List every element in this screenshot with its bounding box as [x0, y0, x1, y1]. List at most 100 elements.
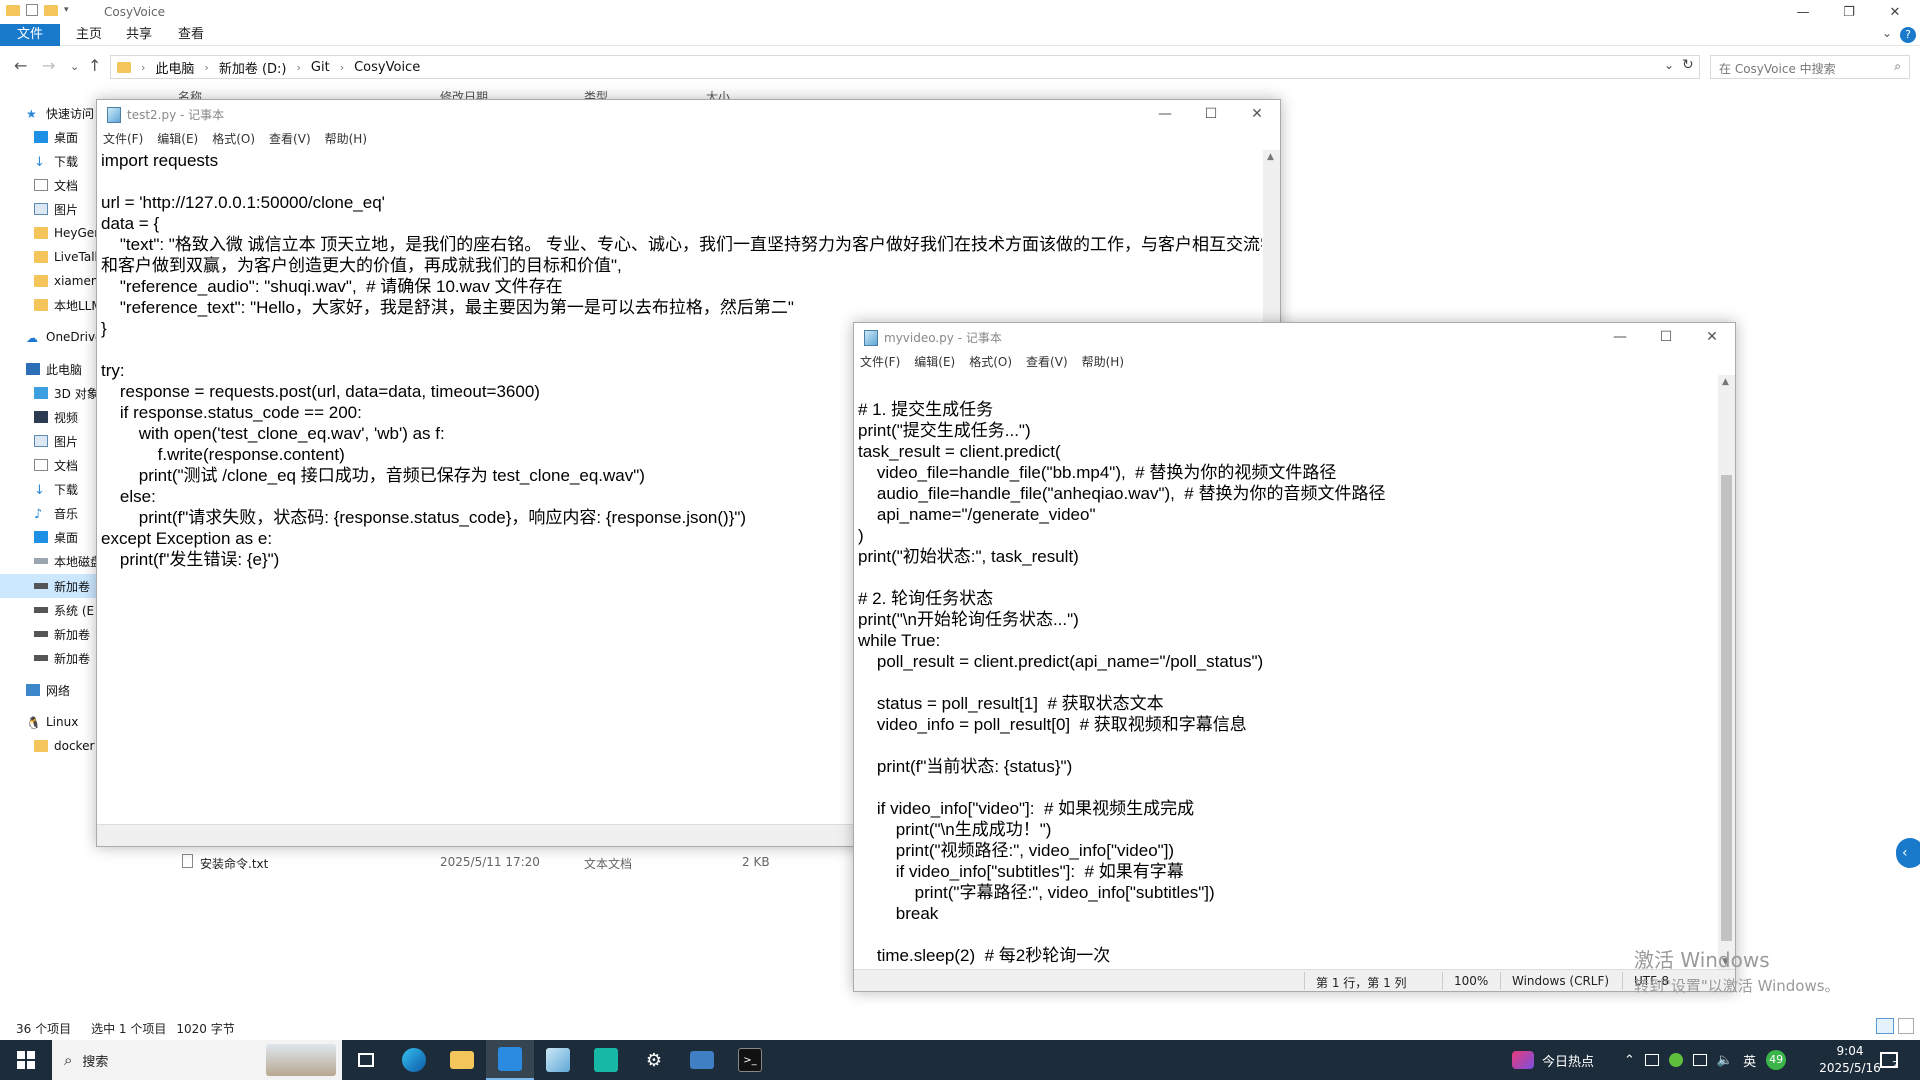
nav-item-3d-objects[interactable]: 3D 对象 [34, 382, 104, 404]
nav-item-videos[interactable]: 视频 [34, 406, 104, 428]
nav-item-pictures-pc[interactable]: 图片 [34, 430, 104, 452]
volume-icon[interactable]: 🔈 [1717, 1053, 1733, 1068]
notification-center-button[interactable]: 2 [1880, 1040, 1898, 1080]
scrollbar-thumb[interactable] [1721, 475, 1732, 941]
taskbar-search[interactable]: ⌕ 搜索 [52, 1040, 342, 1080]
nav-item-drive-d[interactable]: 新加卷 [34, 575, 104, 597]
start-button[interactable] [0, 1040, 52, 1080]
menu-help[interactable]: 帮助(H) [325, 130, 367, 147]
network-icon[interactable] [1692, 1054, 1707, 1066]
nav-item-network[interactable]: 网络 [26, 679, 96, 701]
scroll-up-icon[interactable]: ▲ [1722, 377, 1729, 387]
address-field[interactable]: › 此电脑 › 新加卷 (D:) › Git › CosyVoice [110, 55, 1700, 79]
nav-item-downloads-pc[interactable]: ↓ 下载 [34, 478, 104, 500]
nav-item-documents[interactable]: 文档 [34, 174, 104, 196]
explorer-taskbar-button[interactable] [438, 1040, 486, 1080]
nav-item-drive-g[interactable]: 新加卷 [34, 647, 104, 669]
minimize-icon[interactable]: — [1142, 100, 1188, 128]
nav-label: 此电脑 [46, 362, 83, 377]
tab-file[interactable]: 文件 [0, 24, 60, 46]
close-icon[interactable]: ✕ [1689, 323, 1735, 351]
nav-item-docker[interactable]: docker [34, 735, 104, 757]
details-view-icon[interactable] [1876, 1018, 1894, 1034]
nav-item-linux[interactable]: 🐧 Linux [26, 711, 96, 733]
nav-item-livetalking[interactable]: LiveTalking [34, 246, 104, 268]
maximize-icon[interactable]: ❐ [1826, 0, 1872, 24]
edge-taskbar-button[interactable] [390, 1040, 438, 1080]
folder-icon [34, 275, 48, 287]
menu-view[interactable]: 查看(V) [269, 130, 311, 147]
nav-item-quick-access[interactable]: ★ 快速访问 [26, 102, 96, 124]
large-icons-view-icon[interactable] [1898, 1018, 1914, 1034]
expand-panel-icon[interactable]: ‹ [1896, 838, 1920, 868]
nav-item-drive-e[interactable]: 系统 (E [34, 599, 104, 621]
nav-item-this-pc[interactable]: 此电脑 [26, 358, 96, 380]
notepad-taskbar-button[interactable] [534, 1040, 582, 1080]
menu-edit[interactable]: 编辑(E) [157, 130, 198, 147]
tray-app-icon[interactable] [1644, 1054, 1659, 1066]
notepad-text-area[interactable]: # 1. 提交生成任务 print("提交生成任务...") task_resu… [856, 375, 1717, 969]
remote-desktop-taskbar-button[interactable] [678, 1040, 726, 1080]
teal-app-taskbar-button[interactable] [582, 1040, 630, 1080]
vertical-scrollbar[interactable]: ▲ ▼ [1718, 375, 1735, 969]
nav-item-local-llm[interactable]: 本地LLM [34, 294, 104, 316]
tray-green-icon[interactable] [1668, 1053, 1683, 1067]
tab-home[interactable]: 主页 [66, 24, 112, 46]
properties-icon[interactable] [26, 4, 38, 16]
expand-ribbon-icon[interactable]: ⌄ [1882, 26, 1892, 40]
menu-format[interactable]: 格式(O) [212, 130, 255, 147]
nav-item-onedrive[interactable]: ☁ OneDrive [26, 326, 96, 348]
nav-item-local-disk[interactable]: 本地磁盘 [34, 550, 104, 572]
nav-item-music[interactable]: ♪ 音乐 [34, 502, 104, 524]
new-folder-icon[interactable] [44, 4, 58, 16]
tab-share[interactable]: 共享 [116, 24, 162, 46]
menu-edit[interactable]: 编辑(E) [914, 353, 955, 370]
menu-format[interactable]: 格式(O) [969, 353, 1012, 370]
nav-item-drive-f[interactable]: 新加卷 [34, 623, 104, 645]
forward-arrow-icon[interactable]: → [42, 56, 55, 75]
nav-item-downloads[interactable]: ↓ 下载 [34, 150, 104, 172]
breadcrumb-git[interactable]: Git [311, 60, 330, 75]
clock[interactable]: 9:04 2025/5/16 [1818, 1043, 1882, 1077]
nav-item-desktop[interactable]: 桌面 [34, 126, 104, 148]
maximize-icon[interactable]: ☐ [1188, 100, 1234, 128]
recent-dropdown-icon[interactable]: ⌄ [70, 60, 79, 73]
explorer-search-input[interactable]: 在 CosyVoice 中搜索 ⌕ [1710, 55, 1910, 79]
menu-file[interactable]: 文件(F) [860, 353, 900, 370]
help-icon[interactable]: ? [1900, 27, 1916, 43]
menu-file[interactable]: 文件(F) [103, 130, 143, 147]
news-widget[interactable]: 今日热点 [1512, 1040, 1594, 1080]
customize-qat-icon[interactable]: ▾ [64, 5, 69, 15]
nav-item-documents-pc[interactable]: 文档 [34, 454, 104, 476]
address-dropdown-icon[interactable]: ⌄ [1664, 58, 1674, 72]
up-arrow-icon[interactable]: ↑ [88, 56, 101, 75]
task-view-button[interactable] [342, 1040, 390, 1080]
terminal-taskbar-button[interactable]: >_ [726, 1040, 774, 1080]
picture-icon [34, 435, 48, 447]
minimize-icon[interactable]: — [1780, 0, 1826, 24]
menu-view[interactable]: 查看(V) [1026, 353, 1068, 370]
notepad-blue-taskbar-button[interactable] [486, 1040, 534, 1080]
close-icon[interactable]: ✕ [1872, 0, 1918, 24]
menu-help[interactable]: 帮助(H) [1082, 353, 1124, 370]
nav-item-desktop-pc[interactable]: 桌面 [34, 526, 104, 548]
close-icon[interactable]: ✕ [1234, 100, 1280, 128]
ime-indicator[interactable]: 英 [1743, 1051, 1756, 1070]
nav-item-pictures[interactable]: 图片 [34, 198, 104, 220]
tab-view[interactable]: 查看 [168, 24, 214, 46]
breadcrumb-this-pc[interactable]: 此电脑 [155, 58, 194, 77]
maximize-icon[interactable]: ☐ [1643, 323, 1689, 351]
breadcrumb-cosyvoice[interactable]: CosyVoice [354, 60, 420, 75]
tray-badge[interactable]: 49 [1766, 1050, 1787, 1070]
breadcrumb-drive-d[interactable]: 新加卷 (D:) [219, 58, 287, 77]
settings-taskbar-button[interactable]: ⚙ [630, 1040, 678, 1080]
desktop-icon [34, 131, 48, 143]
scroll-up-icon[interactable]: ▲ [1267, 152, 1274, 162]
back-arrow-icon[interactable]: ← [14, 56, 27, 75]
clock-date: 2025/5/16 [1819, 1061, 1881, 1075]
chevron-up-icon[interactable]: ⌃ [1624, 1053, 1635, 1068]
nav-item-heygem[interactable]: HeyGem [34, 222, 104, 244]
refresh-icon[interactable]: ↻ [1682, 57, 1694, 73]
nav-item-xiamen[interactable]: xiamen [34, 270, 104, 292]
minimize-icon[interactable]: — [1597, 323, 1643, 351]
